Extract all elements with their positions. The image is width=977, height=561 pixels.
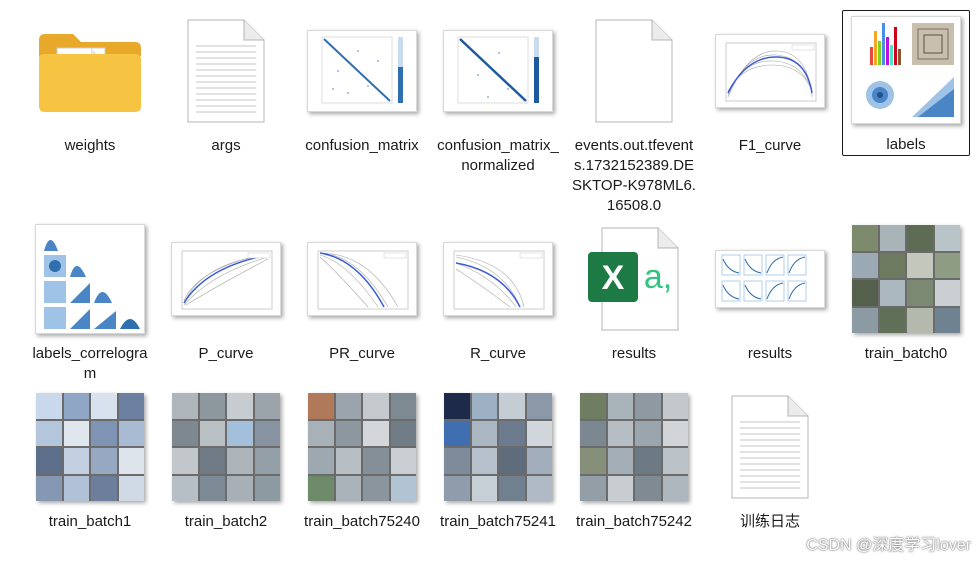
text-file-icon (706, 388, 834, 506)
file-item-train-batch75242[interactable]: train_batch75242 (570, 388, 698, 532)
file-item-train-batch1[interactable]: train_batch1 (26, 388, 154, 532)
file-name: R_curve (470, 345, 526, 362)
image-thumbnail-icon (570, 388, 698, 506)
file-name: train_batch75242 (576, 513, 692, 530)
file-name: train_batch75241 (440, 513, 556, 530)
image-thumbnail-icon (162, 220, 290, 338)
image-thumbnail-icon (26, 220, 154, 338)
file-name: train_batch75240 (304, 513, 420, 530)
svg-text:X: X (602, 259, 625, 297)
image-thumbnail-icon (162, 388, 290, 506)
image-thumbnail-icon (26, 388, 154, 506)
file-item-confusion-matrix[interactable]: confusion_matrix (298, 12, 426, 156)
file-item-f1-curve[interactable]: F1_curve (706, 12, 834, 156)
file-item-labels[interactable]: labels (842, 10, 970, 156)
file-item-weights[interactable]: weights (26, 12, 154, 156)
image-thumbnail-icon (434, 220, 562, 338)
file-item-train-batch0[interactable]: train_batch0 (842, 220, 970, 364)
file-item-events-tfevents[interactable]: events.out.tfevents.1732152389.DESKTOP-K… (570, 12, 698, 216)
image-thumbnail-icon (842, 220, 970, 338)
file-name: results (611, 345, 657, 362)
file-name: events.out.tfevents.1732152389.DESKTOP-K… (572, 137, 696, 214)
file-name: F1_curve (738, 137, 802, 154)
file-item-r-curve[interactable]: R_curve (434, 220, 562, 364)
file-name: P_curve (198, 345, 254, 362)
file-name: confusion_matrix (305, 137, 419, 154)
image-thumbnail-icon (298, 12, 426, 130)
file-name: labels (886, 136, 926, 153)
file-item-results-png[interactable]: results (706, 220, 834, 364)
svg-text:a,: a, (644, 258, 672, 296)
file-name: labels_correlogram (32, 345, 148, 382)
file-name: train_batch1 (48, 513, 132, 530)
image-thumbnail-icon (298, 388, 426, 506)
file-name: args (211, 137, 241, 154)
file-name: confusion_matrix_normalized (437, 137, 559, 174)
file-name: weights (64, 137, 116, 154)
file-name: train_batch2 (184, 513, 268, 530)
blank-file-icon (570, 12, 698, 130)
image-thumbnail-icon (434, 388, 562, 506)
folder-icon (26, 12, 154, 130)
image-thumbnail-icon (706, 220, 834, 338)
file-item-pr-curve[interactable]: PR_curve (298, 220, 426, 364)
file-name: results (747, 345, 793, 362)
image-thumbnail-icon (706, 12, 834, 130)
file-item-args[interactable]: args (162, 12, 290, 156)
image-thumbnail-icon (842, 11, 970, 129)
file-item-results-csv[interactable]: X a, results (570, 220, 698, 364)
file-item-train-batch75241[interactable]: train_batch75241 (434, 388, 562, 532)
file-item-confusion-matrix-normalized[interactable]: confusion_matrix_normalized (434, 12, 562, 176)
file-item-training-log[interactable]: 训练日志 (706, 388, 834, 532)
file-item-train-batch2[interactable]: train_batch2 (162, 388, 290, 532)
file-item-labels-correlogram[interactable]: labels_correlogram (26, 220, 154, 384)
excel-file-icon: X a, (570, 220, 698, 338)
file-name: 训练日志 (739, 513, 800, 530)
image-thumbnail-icon (434, 12, 562, 130)
file-name: train_batch0 (864, 345, 948, 362)
file-name: PR_curve (329, 345, 395, 362)
file-item-train-batch75240[interactable]: train_batch75240 (298, 388, 426, 532)
file-item-p-curve[interactable]: P_curve (162, 220, 290, 364)
image-thumbnail-icon (298, 220, 426, 338)
text-file-icon (162, 12, 290, 130)
watermark: CSDN @深度学习lover (806, 537, 971, 554)
